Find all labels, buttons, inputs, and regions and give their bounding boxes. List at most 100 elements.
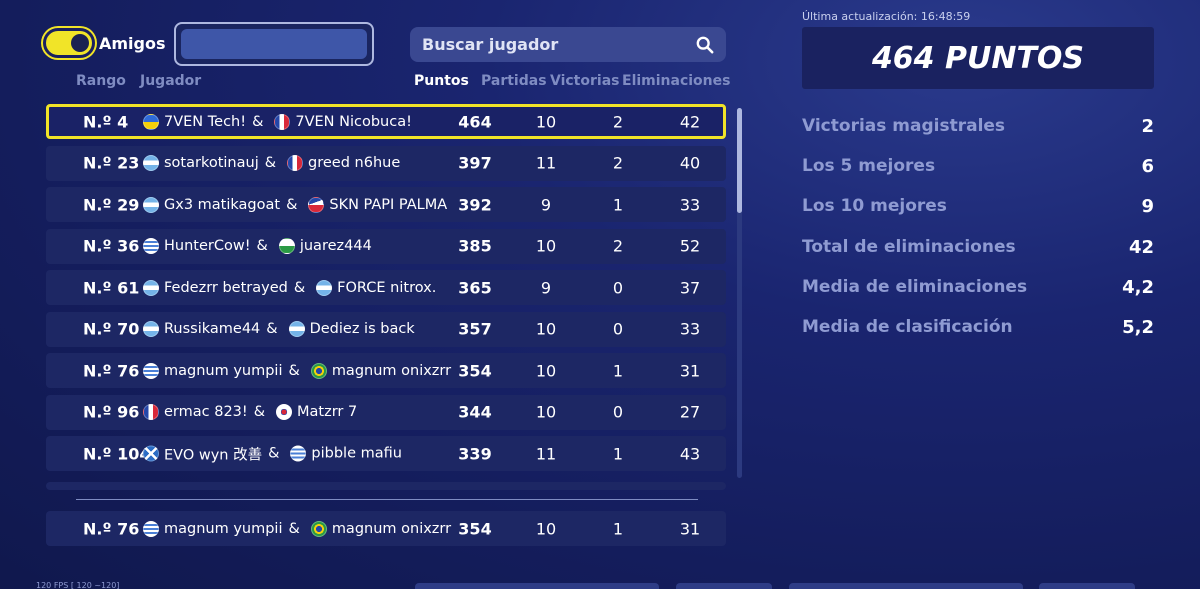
player-2-name: juarez444	[299, 238, 372, 254]
ampersand: &	[293, 279, 306, 296]
col-rank[interactable]: Rango	[76, 73, 126, 89]
scrollbar-thumb[interactable]	[737, 108, 742, 213]
col-player[interactable]: Jugador	[140, 73, 201, 89]
bottom-button-4[interactable]	[1039, 583, 1135, 589]
rank-cell: N.º 96	[83, 402, 140, 422]
korea-flag-icon	[276, 404, 293, 420]
eliminations-cell: 31	[679, 361, 701, 380]
stat-label: Total de eliminaciones	[802, 236, 1016, 257]
wins-cell: 0	[612, 278, 624, 297]
eliminations-cell: 43	[679, 444, 701, 463]
uruguay-flag-icon	[290, 445, 307, 462]
ampersand: &	[256, 238, 268, 254]
matches-cell: 9	[540, 278, 552, 297]
leaderboard-scrollbar[interactable]	[737, 108, 742, 478]
col-points[interactable]: Puntos	[414, 73, 469, 89]
eliminations-cell: 42	[679, 112, 701, 131]
argentina-flag-icon	[143, 279, 159, 296]
bottom-button-1[interactable]	[415, 583, 659, 589]
stat-row: Media de clasificación 5,2	[802, 317, 1154, 338]
table-row[interactable]: N.º 76 magnum yumpii & magnum onixzrr 35…	[46, 511, 726, 546]
players-cell: Fedezrr betrayed & FORCE nitrox.	[138, 279, 437, 296]
fps-counter: 120 FPS [ 120 ~120]	[36, 581, 120, 589]
uruguay-flag-icon	[143, 520, 159, 537]
france-flag-icon	[287, 155, 304, 171]
table-row[interactable]: N.º 61 Fedezrr betrayed & FORCE nitrox. …	[46, 270, 726, 305]
france-flag-icon	[274, 113, 291, 130]
matches-cell: 11	[535, 153, 557, 173]
stat-value: 9	[1141, 196, 1154, 218]
search-input[interactable]: Buscar jugador	[410, 27, 726, 62]
points-cell: 339	[458, 444, 492, 463]
last-updated: Última actualización: 16:48:59	[802, 10, 971, 23]
ampersand: &	[288, 362, 300, 379]
eliminations-cell: 33	[679, 195, 701, 214]
table-row[interactable]: N.º 76 magnum yumpii & magnum onixzrr 35…	[46, 353, 726, 388]
ampersand: &	[286, 196, 298, 213]
argentina-flag-icon	[143, 155, 159, 171]
points-cell: 354	[458, 361, 492, 380]
player-1-name: EVO wyn 改善	[164, 447, 263, 463]
matches-cell: 10	[535, 319, 557, 339]
stat-value: 2	[1141, 116, 1154, 137]
france-flag-icon	[143, 404, 159, 420]
player-1-name: magnum yumpii	[164, 362, 283, 379]
czech-flag-icon	[308, 196, 325, 213]
wins-cell: 1	[612, 361, 624, 380]
list-divider	[76, 499, 698, 500]
argentina-flag-icon	[143, 196, 159, 213]
players-cell: ermac 823! & Matzrr 7	[138, 404, 357, 420]
wins-cell: 0	[612, 319, 624, 339]
player-1-name: Gx3 matikagoat	[164, 196, 281, 213]
table-row[interactable]: N.º 4 7VEN Tech! & 7VEN Nicobuca! 464 10…	[46, 104, 726, 139]
ampersand: &	[264, 155, 277, 171]
table-row-partial	[46, 482, 726, 490]
argentina-flag-icon	[316, 279, 333, 296]
player-1-name: sotarkotinauj	[164, 155, 259, 171]
points-title: 464 PUNTOS	[871, 40, 1085, 76]
friends-toggle[interactable]	[43, 28, 95, 58]
player-1-name: ermac 823!	[164, 404, 248, 420]
ampersand: &	[266, 321, 278, 337]
player-2-name: 7VEN Nicobuca!	[295, 113, 412, 130]
ampersand: &	[252, 113, 264, 130]
table-row[interactable]: N.º 70 Russikame44 & Dediez is back 357 …	[46, 311, 726, 347]
wales-flag-icon	[278, 238, 295, 254]
stat-row: Media de eliminaciones 4,2	[802, 277, 1154, 298]
players-cell: Russikame44 & Dediez is back	[138, 321, 415, 337]
ukraine-flag-icon	[143, 113, 159, 130]
name-field[interactable]	[174, 22, 374, 66]
argentina-flag-icon	[143, 321, 159, 337]
search-placeholder: Buscar jugador	[422, 35, 559, 54]
friends-label: Amigos	[99, 34, 166, 53]
player-2-name: Dediez is back	[309, 321, 415, 337]
stat-row: Los 10 mejores 9	[802, 196, 1154, 217]
table-row[interactable]: N.º 29 Gx3 matikagoat & SKN PAPI PALMA 3…	[46, 187, 726, 222]
bottom-button-3[interactable]	[789, 583, 1023, 589]
matches-cell: 10	[535, 402, 557, 422]
player-2-name: FORCE nitrox.	[337, 279, 437, 296]
stat-row: Total de eliminaciones 42	[802, 237, 1154, 258]
stat-label: Los 10 mejores	[802, 196, 947, 217]
col-wins[interactable]: Victorias	[550, 73, 619, 89]
table-row[interactable]: N.º 104 EVO wyn 改善 & pibble mafiu 339 11…	[46, 436, 726, 471]
stat-value: 6	[1141, 156, 1154, 178]
points-cell: 365	[458, 278, 492, 297]
points-cell: 385	[458, 236, 492, 256]
stat-label: Media de eliminaciones	[802, 276, 1028, 297]
points-cell: 354	[458, 519, 492, 538]
rank-cell: N.º 23	[83, 153, 140, 173]
uruguay-flag-icon	[143, 238, 159, 254]
wins-cell: 2	[612, 153, 624, 173]
argentina-flag-icon	[288, 321, 305, 337]
table-row[interactable]: N.º 96 ermac 823! & Matzrr 7 344 10 0 27	[46, 394, 726, 430]
col-eliminations[interactable]: Eliminaciones	[622, 73, 730, 89]
rank-cell: N.º 76	[83, 361, 140, 380]
table-row[interactable]: N.º 23 sotarkotinauj & greed n6hue 397 1…	[46, 145, 726, 181]
wins-cell: 0	[612, 402, 624, 422]
table-row[interactable]: N.º 36 HunterCow! & juarez444 385 10 2 5…	[46, 228, 726, 264]
bottom-button-2[interactable]	[676, 583, 772, 589]
col-matches[interactable]: Partidas	[481, 73, 547, 89]
stat-label: Victorias magistrales	[802, 116, 1006, 136]
eliminations-cell: 27	[679, 402, 701, 422]
